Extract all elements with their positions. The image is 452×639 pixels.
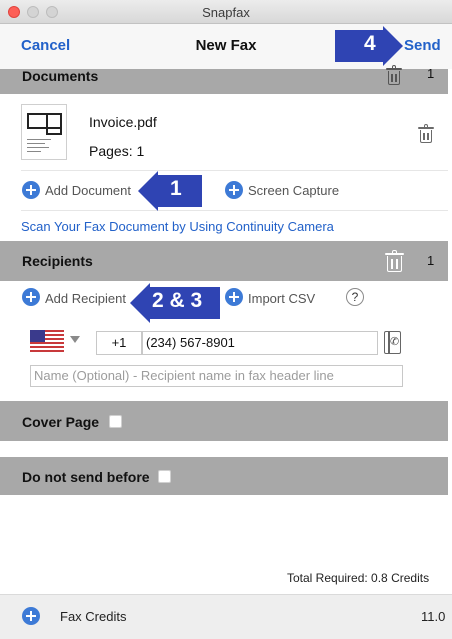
country-dropdown-caret-icon[interactable]	[70, 336, 80, 343]
divider	[21, 170, 448, 171]
cover-page-label: Cover Page	[22, 414, 100, 430]
footer-bar: Fax Credits 11.0	[0, 594, 452, 639]
callout-arrow-4: 4	[335, 26, 403, 66]
country-code-field[interactable]: +1	[96, 331, 142, 355]
callout-number-4: 4	[364, 32, 376, 55]
documents-count: 1	[427, 66, 435, 81]
pdf-thumbnail	[21, 104, 67, 160]
documents-trash-icon[interactable]	[386, 65, 402, 85]
import-csv-button[interactable]: Import CSV	[248, 291, 315, 306]
do-not-send-before-label: Do not send before	[22, 469, 150, 485]
contacts-book-icon[interactable]: ✆	[384, 331, 401, 354]
cancel-button[interactable]: Cancel	[21, 37, 70, 54]
fax-credits-value: 11.0	[421, 609, 446, 624]
cover-page-checkbox[interactable]	[109, 415, 122, 428]
callout-arrow-1: 1	[138, 171, 202, 211]
import-csv-icon[interactable]	[225, 288, 243, 306]
add-document-icon[interactable]	[22, 181, 40, 199]
add-document-button[interactable]: Add Document	[45, 183, 131, 198]
recipients-section-header: Recipients 1	[0, 241, 448, 281]
recipients-trash-icon[interactable]	[385, 250, 404, 272]
send-button[interactable]: Send	[404, 37, 441, 54]
documents-header-label: Documents	[22, 68, 99, 84]
recipient-name-input[interactable]: Name (Optional) - Recipient name in fax …	[30, 365, 403, 387]
screen-capture-button[interactable]: Screen Capture	[248, 183, 339, 198]
divider	[21, 210, 448, 211]
do-not-send-before-checkbox[interactable]	[158, 470, 171, 483]
add-recipient-button[interactable]: Add Recipient	[45, 291, 126, 306]
recipients-header-label: Recipients	[22, 253, 93, 269]
total-required: Total Required: 0.8 Credits	[287, 571, 430, 585]
do-not-send-before-section: Do not send before	[0, 457, 448, 495]
continuity-camera-link[interactable]: Scan Your Fax Document by Using Continui…	[21, 219, 334, 234]
document-filename: Invoice.pdf	[89, 114, 157, 130]
window-title: Snapfax	[202, 5, 250, 20]
us-flag-icon[interactable]	[30, 330, 64, 354]
callout-number-1: 1	[170, 177, 182, 200]
window-titlebar: Snapfax	[0, 0, 452, 24]
documents-section-header: Documents 1	[0, 65, 448, 94]
screen-capture-icon[interactable]	[225, 181, 243, 199]
callout-arrow-2-3: 2 & 3	[130, 283, 220, 323]
document-pages: Pages: 1	[89, 143, 145, 159]
recipients-count: 1	[427, 253, 435, 268]
help-icon[interactable]: ?	[346, 288, 364, 306]
fax-credits-label: Fax Credits	[60, 609, 127, 624]
add-recipient-icon[interactable]	[22, 288, 40, 306]
phone-number-input[interactable]: (234) 567-8901	[142, 331, 378, 355]
cover-page-section: Cover Page	[0, 401, 448, 441]
delete-document-icon[interactable]	[418, 124, 434, 143]
add-credits-icon[interactable]	[22, 607, 40, 625]
callout-number-2-3: 2 & 3	[152, 289, 203, 312]
